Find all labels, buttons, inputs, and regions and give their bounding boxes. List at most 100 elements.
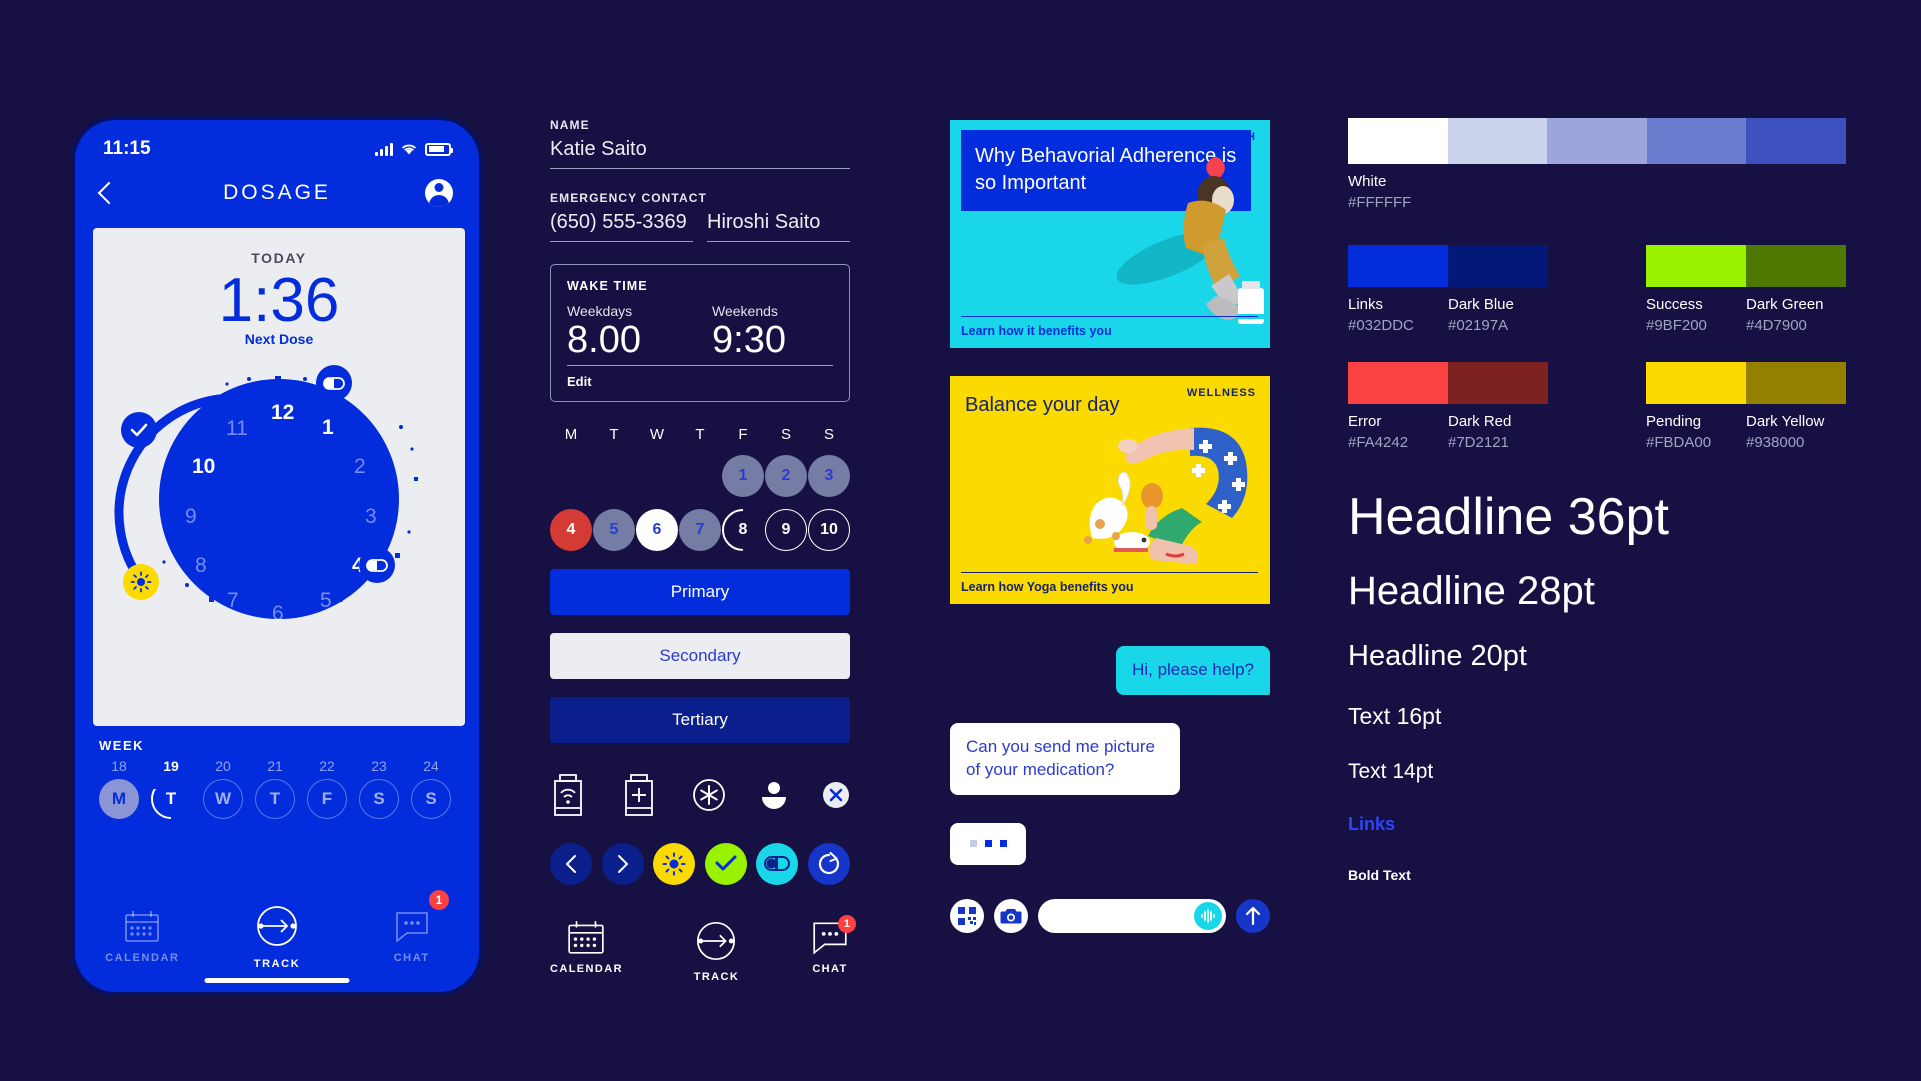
form-column: NAME EMERGENCY CONTACT WAKE TIME Weekday… [550,118,856,983]
date-pill-empty [593,455,635,497]
clock-num-9: 9 [185,505,197,529]
sun-knob[interactable] [123,564,159,601]
camera-icon[interactable] [994,898,1028,933]
avatar-icon[interactable] [761,780,787,810]
date-pill-selected[interactable]: 6 [636,508,678,551]
tab-track[interactable]: TRACK [210,880,345,992]
date-pill-row-1: 1 2 3 [550,454,850,497]
card-cta[interactable]: Learn how Yoga benefits you [961,572,1258,594]
headline-28: Headline 28pt [1348,569,1595,613]
send-up-icon[interactable] [1236,898,1270,933]
week-date: 21 [267,758,283,774]
clock-num-2: 2 [354,455,366,479]
date-pill[interactable]: 2 [765,454,807,497]
swatch-pair [1348,245,1548,287]
chevron-left-icon[interactable] [550,842,592,885]
chat-badge: 1 [429,890,450,910]
emergency-phone-input[interactable] [550,205,693,242]
week-day-chip[interactable]: M [99,779,139,819]
headline-20: Headline 20pt [1348,640,1527,672]
next-dose-time: 1:36 [218,266,340,335]
edit-link[interactable]: Edit [567,374,592,389]
weekends-group: Weekends 9:30 [712,303,833,363]
swatch-name: Links [1348,296,1384,313]
refresh-icon[interactable] [807,842,850,885]
date-pill[interactable]: 1 [722,454,764,497]
weekdays-value[interactable]: 8.00 [567,319,688,363]
week-day-chip[interactable]: T [151,779,191,819]
secondary-button[interactable]: Secondary [550,632,850,679]
swatch-hex: #02197A [1448,317,1509,334]
pill-knob-evening[interactable] [359,547,395,584]
emergency-field-group: EMERGENCY CONTACT [550,191,850,242]
swatch-name: Dark Blue [1448,296,1514,313]
tab-calendar[interactable]: CALENDAR [75,880,210,992]
date-pill-error[interactable]: 4 [550,508,592,551]
text-14: Text 14pt [1348,760,1434,783]
tab-chat[interactable]: CHAT 1 [344,880,479,992]
week-day-chip[interactable]: T [255,779,295,819]
wake-divider [567,364,833,366]
nav-chat[interactable]: CHAT 1 [810,914,856,983]
check-icon[interactable] [704,842,747,885]
clock-num-7: 7 [227,589,239,613]
date-pill-outline[interactable]: 9 [765,508,807,551]
incoming-message: Can you send me picture of your medicati… [950,722,1180,795]
swatch-labels: Links #032DDC Dark Blue #02197A [1348,287,1548,334]
tab-label: CHAT [393,951,430,964]
tint-swatch [1646,118,1747,164]
week-day-chip[interactable]: F [307,779,347,819]
wellness-promo-card[interactable]: WELLNESS Balance your day Learn how Yoga… [950,376,1270,604]
link-sample[interactable]: Links [1348,814,1868,835]
week-day-chip[interactable]: W [203,779,243,819]
date-pill[interactable]: 5 [593,508,635,551]
weekends-value[interactable]: 9:30 [712,319,833,363]
bottle-plus-icon[interactable] [621,773,657,817]
pill-icon[interactable] [756,842,799,885]
typing-indicator [950,822,1026,865]
avatar[interactable] [425,179,453,207]
week-date: 20 [215,758,231,774]
nav-label: TRACK [693,970,740,983]
week-day-chip[interactable]: S [359,779,399,819]
swatch-set-success: Success #9BF200 Dark Green #4D7900 [1646,245,1846,334]
chevron-right-icon[interactable] [601,842,644,885]
mic-icon[interactable] [1194,901,1222,930]
date-pill-progress[interactable]: 8 [722,509,764,551]
health-promo-card[interactable]: HEALTH Why Behavorial Adherence is so Im… [950,120,1270,348]
week-date: 18 [111,758,127,774]
message-input[interactable] [1038,898,1226,933]
sun-icon[interactable] [653,842,696,885]
swatch-dark-green [1746,245,1846,287]
date-pill-row-2: 4 5 6 7 8 9 10 [550,508,850,551]
week-strip: WEEK 18 19 20 21 22 23 24 M T W T F S S [75,726,479,819]
name-input[interactable] [550,132,850,169]
card-cta[interactable]: Learn how it benefits you [961,316,1258,338]
week-day-chip[interactable]: S [411,779,451,819]
date-pill[interactable]: 7 [679,508,721,551]
close-circle-icon[interactable] [822,781,850,809]
swatch-hex: #4D7900 [1746,317,1807,334]
swatch-dark-blue [1448,245,1548,287]
tertiary-button[interactable]: Tertiary [550,696,850,743]
swatch-grid-row-2: Error #FA4242 Dark Red #7D2121 Pending #… [1348,362,1868,451]
date-pill-outline[interactable]: 10 [808,508,850,551]
check-knob[interactable] [121,412,157,449]
bottle-wifi-icon[interactable] [550,773,586,817]
dose-dial[interactable]: 12 1 2 3 4 5 6 7 8 9 10 11 [109,357,449,657]
pill-knob-morning[interactable] [316,365,352,402]
asterisk-circle-icon[interactable] [692,778,726,812]
nav-calendar[interactable]: CALENDAR [550,919,623,983]
nav-track[interactable]: TRACK [694,919,740,983]
nav-label: CHAT [812,962,848,975]
emergency-name-input[interactable] [707,205,850,242]
qr-icon[interactable] [950,898,984,933]
week-dates: 18 19 20 21 22 23 24 [99,758,457,774]
clock-num-1: 1 [322,416,334,440]
primary-button[interactable]: Primary [550,568,850,615]
dow-label: W [649,425,665,443]
headline-36: Headline 36pt [1348,488,1669,546]
card-kicker: WELLNESS [1186,387,1256,399]
bottom-tab-bar: CALENDAR TRACK CHAT 1 [75,880,479,992]
date-pill[interactable]: 3 [808,454,850,497]
